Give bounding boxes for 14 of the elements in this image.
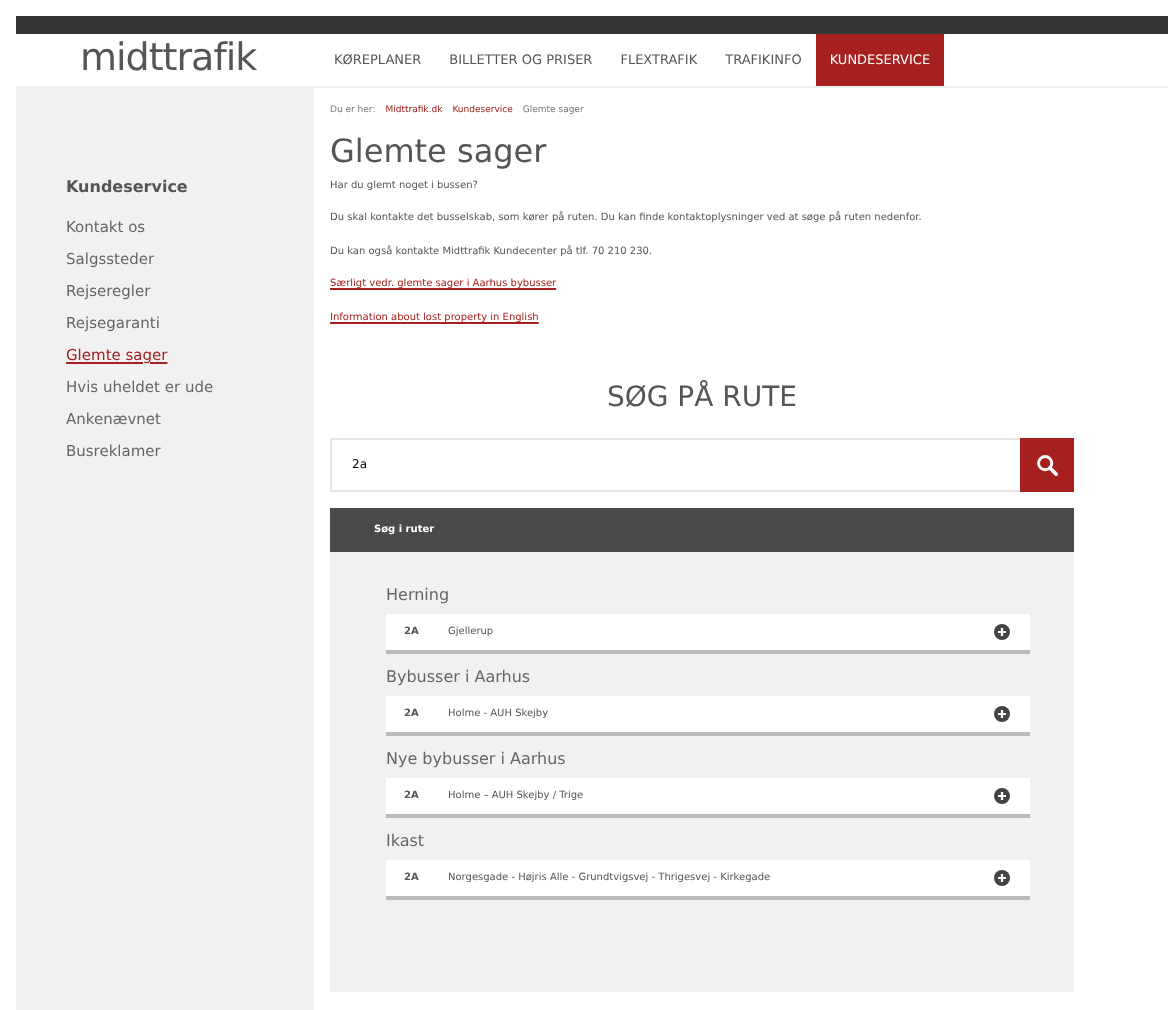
- search-button[interactable]: [1020, 438, 1074, 493]
- search-title: SØG PÅ RUTE: [604, 378, 800, 419]
- sidebar-title: Kundeservice: [66, 176, 190, 200]
- logo[interactable]: midttrafik: [16, 34, 320, 86]
- group-title: Bybusser i Aarhus: [386, 666, 533, 691]
- group-title: Ikast: [386, 830, 427, 855]
- plus-circle-icon[interactable]: [994, 788, 1010, 805]
- plus-circle-icon[interactable]: [994, 870, 1010, 887]
- group-title: Nye bybusser i Aarhus: [386, 748, 568, 773]
- page-title: Glemte sager: [330, 131, 549, 170]
- search-icon: [1036, 454, 1058, 477]
- plus-circle-icon[interactable]: [994, 706, 1010, 723]
- plus-circle-icon[interactable]: [994, 624, 1010, 641]
- group-title: Herning: [386, 584, 452, 609]
